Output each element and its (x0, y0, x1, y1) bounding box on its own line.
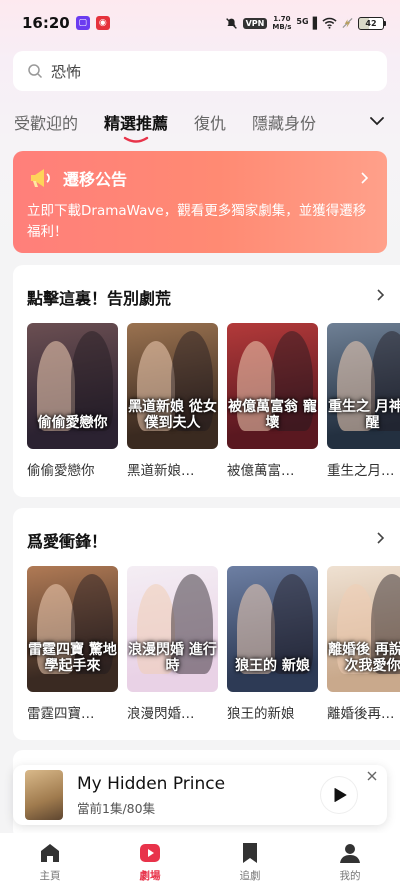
notification-app-icon: ▢ (75, 16, 90, 30)
drama-title: 重生之月… (327, 463, 395, 479)
drama-title: 黑道新娘… (127, 463, 195, 479)
section-drama-picks: 點擊這裏！告別劇荒 偷偷愛戀你 偷偷愛戀你 黑道新娘 從女僕到夫人 黑道新娘… 被億萬富… (13, 265, 400, 497)
nav-theater[interactable]: 劇場 (100, 833, 200, 889)
tab-revenge[interactable]: 復仇 (194, 104, 226, 134)
search-input[interactable]: 恐怖 (13, 51, 387, 91)
battery-icon: 42 (358, 16, 386, 30)
mini-player-thumbnail (25, 770, 63, 820)
bookmark-icon (243, 843, 257, 863)
nav-label: 主頁 (39, 870, 61, 882)
drama-title: 偷偷愛戀你 (27, 463, 95, 479)
profile-icon (340, 844, 360, 863)
status-icons: VPN 1.70 MB/s 5G▐ 42 (225, 15, 386, 31)
wifi-icon (322, 17, 337, 29)
drama-title: 雷霆四寶… (27, 706, 95, 722)
clock: 16:20 (22, 14, 70, 32)
mini-player-episode: 當前1集/80集 (77, 800, 156, 816)
drama-poster: 被億萬富翁 寵壞 (227, 323, 318, 449)
chevron-right-icon (361, 172, 369, 184)
drama-list: 雷霆四寶 驚地學起手來 雷霆四寶… 浪漫閃婚 進行時 浪漫閃婚… 狼王的 新娘 狼王的新娘… (13, 566, 400, 722)
drama-card[interactable]: 偷偷愛戀你 偷偷愛戀你 (27, 323, 118, 479)
drama-poster: 雷霆四寶 驚地學起手來 (27, 566, 118, 692)
poster-title: 狼王的 新娘 (235, 658, 310, 674)
drama-poster: 黑道新娘 從女僕到夫人 (127, 323, 218, 449)
migration-notice-banner[interactable]: 遷移公告 立即下載DramaWave，觀看更多獨家劇集，並獲得遷移福利！ (13, 151, 387, 253)
nav-label: 追劇 (239, 870, 261, 882)
mute-bell-icon (225, 17, 237, 29)
poster-title: 被億萬富翁 寵壞 (228, 399, 317, 431)
nav-home[interactable]: 主頁 (0, 833, 100, 889)
notice-title: 遷移公告 (63, 170, 128, 189)
drama-poster: 偷偷愛戀你 (27, 323, 118, 449)
tab-hidden-identity[interactable]: 隱藏身份 (252, 104, 316, 134)
nav-label: 我的 (339, 870, 361, 882)
notification-app-icon: ◉ (95, 16, 110, 30)
drama-poster: 重生之 月神覺醒 (327, 323, 400, 449)
play-button[interactable] (321, 777, 357, 813)
chevron-right-icon[interactable] (374, 289, 386, 301)
tab-popular[interactable]: 受歡迎的 (14, 104, 78, 134)
drama-card[interactable]: 重生之 月神覺醒重生之月… (327, 323, 400, 479)
poster-title: 浪漫閃婚 進行時 (128, 642, 217, 674)
drama-title: 狼王的新娘 (227, 706, 295, 722)
drama-card[interactable]: 狼王的 新娘狼王的新娘 (227, 566, 318, 722)
theater-icon (140, 844, 160, 862)
poster-title: 偷偷愛戀你 (37, 415, 108, 431)
section-love-rush: 爲愛衝鋒！ 雷霆四寶 驚地學起手來 雷霆四寶… 浪漫閃婚 進行時 浪漫閃婚… 狼王的 新… (13, 508, 400, 740)
play-icon (334, 788, 347, 802)
mini-player[interactable]: My Hidden Prince 當前1集/80集 (13, 765, 387, 825)
megaphone-icon (31, 169, 50, 187)
status-bar: 16:20 ▢ ◉ VPN 1.70 MB/s 5G▐ 42 (0, 0, 400, 46)
category-tabs: 受歡迎的 精選推薦 復仇 隱藏身份 (0, 104, 400, 144)
notice-body: 立即下載DramaWave，觀看更多獨家劇集，並獲得遷移福利！ (27, 203, 367, 240)
tab-underline (123, 136, 149, 143)
drama-list: 偷偷愛戀你 偷偷愛戀你 黑道新娘 從女僕到夫人 黑道新娘… 被億萬富翁 寵壞 被億萬富… 重… (13, 323, 400, 479)
bottom-navigation: 主頁 劇場 追劇 我的 (0, 833, 400, 889)
drama-card[interactable]: 浪漫閃婚 進行時浪漫閃婚… (127, 566, 218, 722)
vpn-badge: VPN (242, 17, 268, 29)
chevron-right-icon[interactable] (374, 532, 386, 544)
drama-title: 浪漫閃婚… (127, 706, 195, 722)
drama-poster: 浪漫閃婚 進行時 (127, 566, 218, 692)
home-icon (41, 844, 59, 862)
nav-label: 劇場 (139, 870, 161, 882)
drama-title: 被億萬富… (227, 463, 295, 479)
search-icon (28, 64, 43, 79)
charging-icon (342, 17, 353, 29)
drama-card[interactable]: 被億萬富翁 寵壞被億萬富… (227, 323, 318, 479)
drama-poster: 離婚後 再說一次我愛你 (327, 566, 400, 692)
drama-card[interactable]: 黑道新娘 從女僕到夫人黑道新娘… (127, 323, 218, 479)
drama-title: 離婚後再… (327, 706, 395, 722)
network-speed: 1.70 MB/s (272, 15, 292, 31)
drama-card[interactable]: 離婚後 再說一次我愛你離婚後再… (327, 566, 400, 722)
nav-following[interactable]: 追劇 (200, 833, 300, 889)
drama-card[interactable]: 雷霆四寶 驚地學起手來雷霆四寶… (27, 566, 118, 722)
chevron-down-icon[interactable] (368, 112, 386, 130)
search-query: 恐怖 (51, 62, 82, 81)
mini-player-title: My Hidden Prince (77, 773, 226, 794)
signal-label: 5G▐ (296, 16, 317, 30)
poster-title: 重生之 月神覺醒 (328, 399, 400, 431)
drama-poster: 狼王的 新娘 (227, 566, 318, 692)
close-icon[interactable] (367, 771, 377, 781)
section-title: 爲愛衝鋒！ (27, 532, 108, 551)
nav-profile[interactable]: 我的 (300, 833, 400, 889)
poster-title: 離婚後 再說一次我愛你 (328, 642, 400, 674)
tab-featured[interactable]: 精選推薦 (104, 104, 169, 143)
poster-title: 雷霆四寶 驚地學起手來 (28, 642, 117, 674)
tab-featured-label: 精選推薦 (104, 114, 169, 133)
poster-title: 黑道新娘 從女僕到夫人 (128, 399, 217, 431)
section-title: 點擊這裏！告別劇荒 (27, 289, 172, 308)
